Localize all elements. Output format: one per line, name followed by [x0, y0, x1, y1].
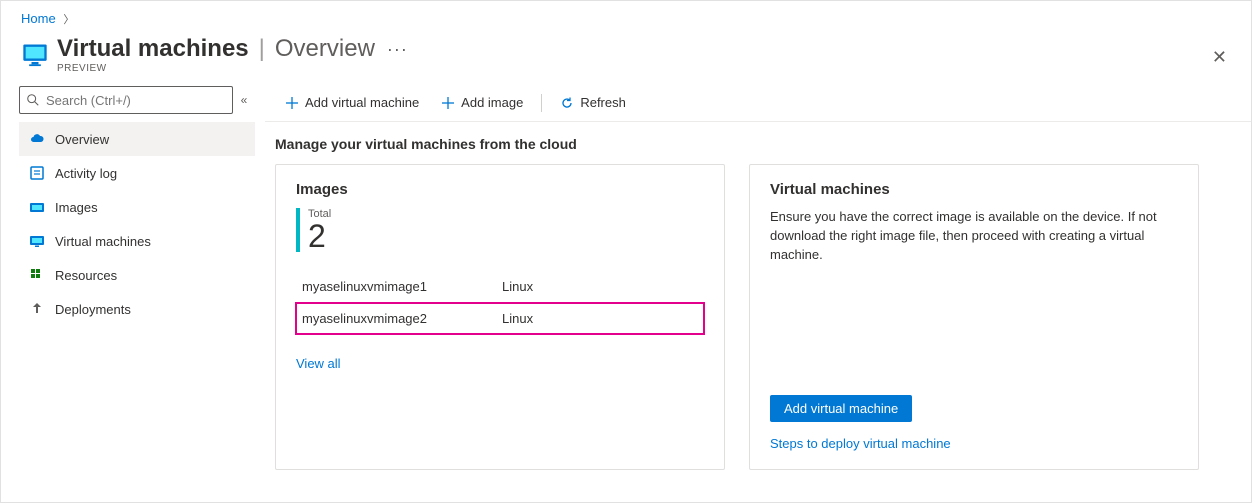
images-icon	[29, 199, 45, 215]
sidebar-item-label: Deployments	[55, 302, 131, 317]
sidebar-item-images[interactable]: Images	[19, 190, 255, 224]
images-table: myaselinuxvmimage1Linuxmyaselinuxvmimage…	[296, 270, 704, 334]
breadcrumb: Home 〉	[1, 1, 1251, 31]
sidebar-item-activity-log[interactable]: Activity log	[19, 156, 255, 190]
total-count: Total 2	[296, 208, 704, 252]
sidebar-item-label: Resources	[55, 268, 117, 283]
plus-icon	[285, 96, 299, 110]
toolbar-label: Refresh	[580, 95, 626, 110]
virtual-machine-icon	[21, 41, 49, 69]
toolbar: Add virtual machine Add image Refresh	[265, 84, 1251, 122]
close-button[interactable]: ✕	[1212, 47, 1227, 68]
toolbar-separator	[541, 94, 542, 112]
image-name-cell: myaselinuxvmimage1	[296, 271, 496, 303]
collapse-sidebar-button[interactable]: «	[233, 93, 255, 107]
activity-log-icon	[29, 165, 45, 181]
more-menu-icon[interactable]: ···	[387, 39, 408, 60]
sidebar-item-label: Virtual machines	[55, 234, 151, 249]
vm-description: Ensure you have the correct image is ava…	[770, 208, 1178, 265]
sidebar-item-overview[interactable]: Overview	[19, 122, 255, 156]
table-row[interactable]: myaselinuxvmimage2Linux	[296, 303, 704, 335]
page-title: Virtual machines	[57, 35, 249, 63]
sidebar-item-resources[interactable]: Resources	[19, 258, 255, 292]
card-title: Virtual machines	[770, 181, 1178, 198]
vm-card: Virtual machines Ensure you have the cor…	[749, 164, 1199, 470]
refresh-button[interactable]: Refresh	[550, 88, 636, 118]
sidebar-item-label: Activity log	[55, 166, 117, 181]
breadcrumb-home[interactable]: Home	[21, 11, 56, 26]
cloud-icon	[29, 131, 45, 147]
page-subtitle: Overview	[275, 35, 375, 63]
section-title: Manage your virtual machines from the cl…	[265, 122, 1251, 164]
plus-icon	[441, 96, 455, 110]
search-input[interactable]	[46, 93, 226, 108]
page-header: Virtual machines | Overview ··· PREVIEW …	[1, 31, 1251, 84]
toolbar-label: Add image	[461, 95, 523, 110]
view-all-link[interactable]: View all	[296, 356, 341, 371]
card-title: Images	[296, 181, 704, 198]
sidebar: « Overview Activity log Images	[1, 84, 261, 470]
search-icon	[26, 93, 40, 107]
accent-bar	[296, 208, 300, 252]
main-content: Add virtual machine Add image Refresh Ma…	[261, 84, 1251, 470]
total-value: 2	[308, 220, 331, 252]
image-name-cell: myaselinuxvmimage2	[296, 303, 496, 335]
add-image-button[interactable]: Add image	[431, 88, 533, 118]
deployments-icon	[29, 301, 45, 317]
sidebar-item-virtual-machines[interactable]: Virtual machines	[19, 224, 255, 258]
image-os-cell: Linux	[496, 271, 704, 303]
sidebar-item-deployments[interactable]: Deployments	[19, 292, 255, 326]
table-row[interactable]: myaselinuxvmimage1Linux	[296, 271, 704, 303]
refresh-icon	[560, 96, 574, 110]
resources-icon	[29, 267, 45, 283]
preview-badge: PREVIEW	[57, 63, 408, 74]
chevron-right-icon: 〉	[63, 14, 74, 26]
sidebar-item-label: Images	[55, 200, 98, 215]
add-vm-button[interactable]: Add virtual machine	[275, 88, 429, 118]
search-box[interactable]	[19, 86, 233, 114]
vm-icon	[29, 233, 45, 249]
add-vm-primary-button[interactable]: Add virtual machine	[770, 395, 912, 422]
image-os-cell: Linux	[496, 303, 704, 335]
deploy-steps-link[interactable]: Steps to deploy virtual machine	[770, 436, 951, 451]
toolbar-label: Add virtual machine	[305, 95, 419, 110]
sidebar-item-label: Overview	[55, 132, 109, 147]
images-card: Images Total 2 myaselinuxvmimage1Linuxmy…	[275, 164, 725, 470]
